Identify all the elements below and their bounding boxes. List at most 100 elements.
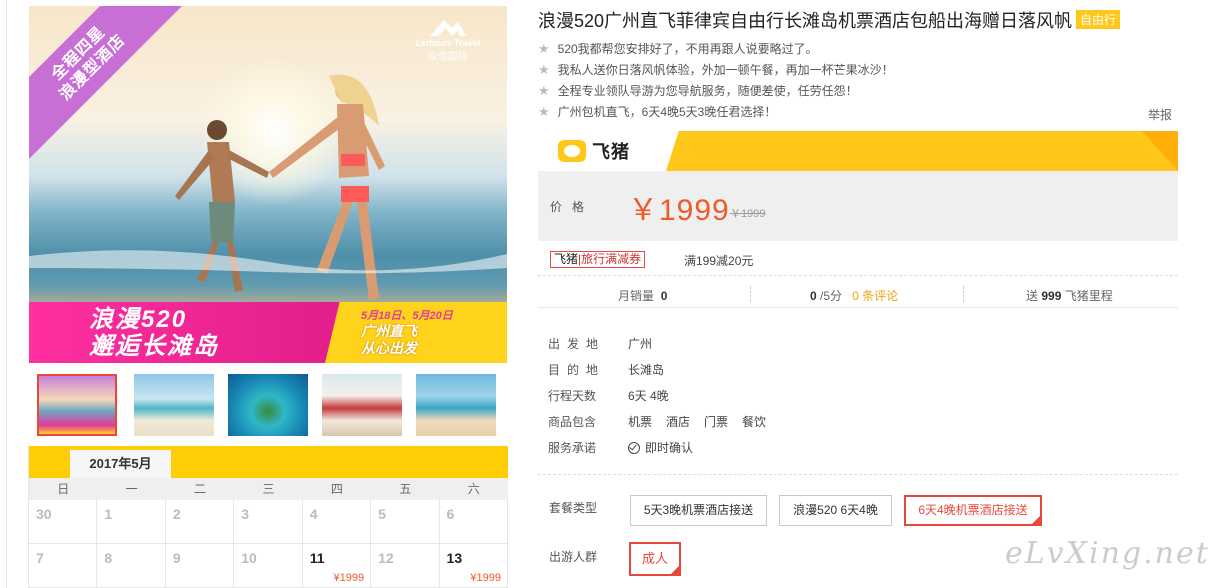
- package-type-label: 套餐类型: [549, 501, 598, 515]
- check-circle-icon: [628, 441, 640, 454]
- day-number: 4: [309, 506, 318, 522]
- thumbnail-4[interactable]: [322, 374, 402, 436]
- info-row-departure: 出发地 广州: [548, 330, 1148, 356]
- calendar-day: 6: [440, 500, 508, 543]
- thumbnail-strip: [37, 374, 507, 438]
- trip-info: 出发地 广州 目的地 长滩岛 行程天数 6天 4晚 商品包含 机票 酒店 门票 餐饮 …: [548, 330, 1148, 460]
- service-text: 即时确认: [645, 440, 694, 455]
- star-icon: ★: [538, 104, 550, 119]
- day-number: 12: [378, 550, 394, 566]
- feature-item: ★ 我私人送你日落风帆体验，外加一顿午餐，再加一杯芒果冰沙！: [538, 59, 1178, 80]
- star-icon: ★: [538, 83, 550, 98]
- info-label: 出发地: [548, 336, 606, 351]
- feature-item: ★ 全程专业领队导游为您导航服务，随便差使，任劳任怨！: [538, 80, 1178, 101]
- monthly-sales: 月销量 0: [618, 287, 667, 304]
- info-label: 行程天数: [548, 388, 597, 403]
- calendar-week-row: 30 1 2 3 4 5 6: [29, 500, 508, 544]
- day-number: 8: [104, 550, 113, 566]
- day-number: 5: [378, 506, 386, 522]
- mountain-logo-icon: [430, 20, 466, 36]
- original-price: ￥1999: [730, 208, 766, 220]
- calendar-day: 3: [234, 500, 303, 543]
- calendar-week-row: 7 8 9 10 11 ¥1999 12 13 ¥1999: [29, 544, 508, 588]
- fliggy-brand-bar: 飞猪: [538, 131, 1178, 171]
- weekday-label: 五: [399, 482, 412, 496]
- thumbnail-5[interactable]: [416, 374, 496, 436]
- thumbnail-1[interactable]: [37, 374, 117, 436]
- banner-depart-1: 广州直飞: [361, 323, 417, 339]
- weekday-label: 一: [125, 482, 138, 496]
- package-option-6d4n-selected[interactable]: 6天4晚机票酒店接送: [904, 495, 1042, 527]
- rating: 0 /5分 0 条评论: [810, 287, 898, 304]
- mileage-reward: 送 999 飞猪里程: [1026, 287, 1113, 304]
- feature-text: 全程专业领队导游为您导航服务，随便差使，任劳任怨！: [557, 84, 858, 98]
- calendar-day: 12: [371, 544, 440, 587]
- thumbnail-3[interactable]: [228, 374, 308, 436]
- calendar-day: 9: [166, 544, 235, 587]
- coupon-brand: 飞猪: [554, 252, 579, 266]
- calendar-day: 4: [303, 500, 372, 543]
- info-row-destination: 目的地 长滩岛: [548, 356, 1148, 382]
- package-option-romance-6d4n[interactable]: 浪漫520 6天4晚: [779, 495, 892, 526]
- fliggy-brand-name: 飞猪: [592, 142, 630, 162]
- banner-title-2: 邂逅长滩岛: [89, 333, 219, 360]
- fliggy-logo: 飞猪: [558, 138, 630, 164]
- product-title: 浪漫520广州直飞菲律宾自由行长滩岛机票酒店包船出海赠日落风帆 自由行: [538, 7, 1121, 33]
- calendar-day: 7: [29, 544, 98, 587]
- stat-divider: [750, 286, 751, 302]
- departure-calendar: 2017年5月 日 一 二 三 四 五 六 30 1 2 3 4 5 6 7 8…: [28, 446, 508, 588]
- include-item: 酒店: [666, 414, 691, 429]
- info-label: 服务承诺: [548, 440, 597, 455]
- day-number: 7: [36, 550, 44, 566]
- calendar-day: 10: [234, 544, 303, 587]
- miles-value: 999: [1041, 289, 1062, 303]
- calendar-day-available[interactable]: 13 ¥1999: [440, 544, 508, 587]
- coupon-description: 满199减20元: [684, 254, 754, 268]
- calendar-day-available[interactable]: 11 ¥1999: [303, 544, 372, 587]
- day-number: 1: [104, 506, 113, 522]
- banner-dates: 5月18日、5月20日: [361, 310, 453, 322]
- stat-divider: [963, 286, 964, 302]
- traveler-option-adult[interactable]: 成人: [629, 542, 681, 577]
- miles-prefix: 送: [1026, 289, 1039, 303]
- banner-depart-2: 从心出发: [361, 340, 417, 356]
- site-watermark: eLvXing.net: [1005, 536, 1210, 571]
- feature-item: ★ 520我都帮您安排好了，不用再跟人说要略过了。: [538, 38, 1178, 59]
- logo-text-cn: 众信国际: [428, 52, 468, 63]
- promo-banner-main: 浪漫520 邂逅长滩岛: [29, 302, 349, 363]
- feature-list: ★ 520我都帮您安排好了，不用再跟人说要略过了。 ★ 我私人送你日落风帆体验，外加…: [538, 38, 1178, 122]
- sales-value: 0: [660, 289, 668, 303]
- miles-suffix: 飞猪里程: [1064, 289, 1113, 303]
- day-price: ¥1999: [470, 572, 501, 584]
- sales-label: 月销量: [618, 289, 655, 303]
- thumbnail-2[interactable]: [134, 374, 214, 436]
- includes-list: 机票 酒店 门票 餐饮: [628, 413, 780, 430]
- promo-banner-dates: 5月18日、5月20日 广州直飞 从心出发: [325, 302, 507, 363]
- calendar-day: 30: [29, 500, 98, 543]
- include-item: 门票: [704, 414, 729, 429]
- calendar-day: 5: [371, 500, 440, 543]
- coupon-row: 飞猪|旅行满减券 满199减20元: [538, 250, 1178, 276]
- info-label: 商品包含: [548, 414, 597, 429]
- rating-suffix: /5分: [820, 289, 843, 303]
- package-option-5d3n[interactable]: 5天3晚机票酒店接送: [630, 495, 767, 526]
- price-label: 价格: [550, 200, 595, 214]
- info-row-service: 服务承诺 即时确认: [548, 434, 1148, 460]
- day-price: ¥1999: [333, 572, 365, 584]
- logo-text-en: Lettours Travel: [415, 38, 481, 48]
- current-price: ￥1999: [628, 194, 730, 227]
- hero-image[interactable]: 全程四星 浪漫型酒店 Lettours Travel 众信国际 浪漫520 邂逅…: [29, 6, 507, 363]
- calendar-day: 8: [97, 544, 166, 587]
- agency-logo: Lettours Travel 众信国际: [403, 16, 493, 66]
- feature-item: ★ 广州包机直飞，6天4晚5天3晚任君选择！: [538, 101, 1178, 122]
- feature-text: 520我都帮您安排好了，不用再跟人说要略过了。: [557, 42, 818, 56]
- reviews-link[interactable]: 0 条评论: [852, 289, 898, 303]
- brand-bar-fill: [666, 131, 1178, 171]
- coupon-badge[interactable]: 飞猪|旅行满减券: [550, 251, 646, 268]
- free-travel-tag: 自由行: [1076, 10, 1121, 29]
- include-item: 餐饮: [742, 414, 767, 429]
- star-icon: ★: [538, 62, 550, 77]
- info-row-includes: 商品包含 机票 酒店 门票 餐饮: [548, 408, 1148, 434]
- calendar-month-tab[interactable]: 2017年5月: [70, 450, 171, 478]
- report-link[interactable]: 举报: [1148, 106, 1172, 123]
